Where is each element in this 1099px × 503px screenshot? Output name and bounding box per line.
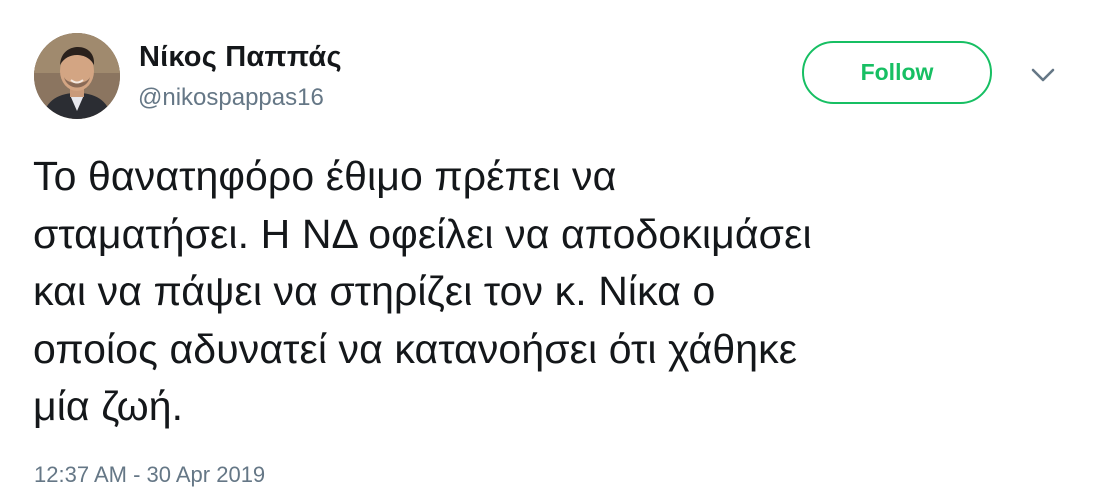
tweet-text-line: και να πάψει να στηρίζει τον κ. Νίκα ο (33, 268, 716, 314)
author-display-name[interactable]: Νίκος Παππάς (139, 41, 342, 74)
tweet-text-line: Το θανατηφόρο έθιμο πρέπει να (33, 153, 617, 199)
tweet-card: Νίκος Παππάς @nikospappas16 Follow Το θα… (0, 0, 1099, 503)
tweet-text: Το θανατηφόρο έθιμο πρέπει να σταματήσει… (33, 148, 1073, 436)
author-handle[interactable]: @nikospappas16 (138, 84, 324, 112)
tweet-timestamp[interactable]: 12:37 AM - 30 Apr 2019 (34, 462, 265, 488)
follow-button[interactable]: Follow (802, 41, 992, 104)
chevron-down-icon[interactable] (1030, 66, 1056, 84)
tweet-text-line: οποίος αδυνατεί να κατανοήσει ότι χάθηκε (33, 325, 798, 372)
profile-photo-icon (34, 33, 120, 119)
tweet-text-line: μία ζωή. (33, 383, 184, 429)
tweet-text-line: σταματήσει. Η ΝΔ οφείλει να αποδοκιμάσει (33, 210, 812, 257)
avatar[interactable] (34, 33, 120, 119)
